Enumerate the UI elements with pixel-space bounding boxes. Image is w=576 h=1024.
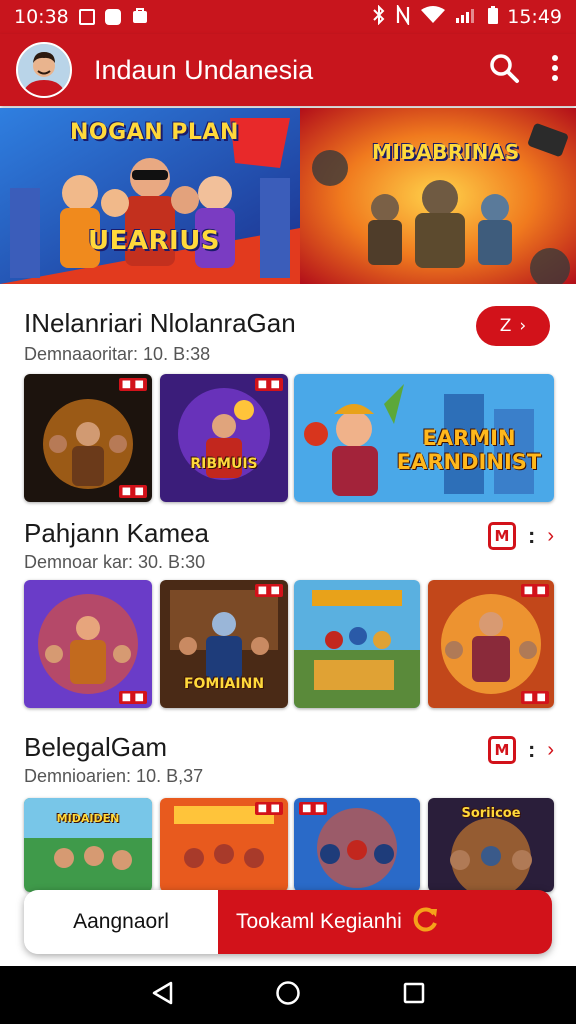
featured-banner[interactable]: NOGAN PLAN UEARIUS MIBABRINAS (0, 108, 576, 284)
more-options-icon[interactable]: : (528, 523, 535, 549)
game-tile[interactable]: ■ ■ (160, 798, 288, 892)
banner-right-title: MIBABRINAS (372, 140, 520, 164)
tile-title: FOMIAINN (183, 676, 265, 692)
tile-tag: ■ ■ (520, 691, 549, 704)
avatar[interactable] (16, 42, 72, 98)
more-vert-icon[interactable] (550, 54, 560, 87)
app-actions (488, 52, 560, 89)
section-subtitle: Demnioarien: 10. B,37 (24, 766, 204, 786)
chevron-right-icon: › (519, 316, 527, 336)
chevron-right-icon[interactable]: › (547, 739, 554, 762)
status-left: 10:38 (14, 6, 149, 29)
tile-title: RIBMUIS (190, 456, 258, 472)
tile-tag: ■ ■ (254, 802, 283, 815)
no-sim-icon (395, 2, 411, 30)
banner-right-art[interactable]: MIBABRINAS (300, 108, 576, 284)
game-tile[interactable]: RIBMUIS ■ ■ (160, 374, 288, 502)
section-2: Pahjann Kamea Demnoar kar: 30. B:30 M : … (0, 512, 576, 716)
system-nav-bar (0, 966, 576, 1024)
tile-tag: ■ ■ (520, 584, 549, 597)
signal-icon (455, 6, 479, 29)
bottom-action-bar: Aangnaorl Tookaml Kegianhi (24, 890, 552, 954)
section-1: INelanriari NlolanraGan Demnaaoritar: 10… (0, 300, 576, 510)
banner-left-art[interactable]: NOGAN PLAN UEARIUS (0, 108, 300, 284)
status-time-left: 10:38 (14, 6, 69, 28)
section-actions: M : › (488, 522, 554, 550)
game-tile[interactable]: ■ ■ (24, 580, 152, 708)
tile-title: EARMIN EARNDINIST (396, 426, 542, 474)
section-subtitle: Demnoar kar: 30. B:30 (24, 552, 206, 572)
bookmark-badge-icon[interactable]: M (488, 736, 516, 764)
tile-tag: ■ ■ (254, 584, 283, 597)
back-icon[interactable] (151, 981, 173, 1010)
section-actions: M : › (488, 736, 554, 764)
secondary-action-button[interactable]: Aangnaorl (24, 890, 218, 954)
game-tile[interactable]: ■ ■ ■ ■ (24, 374, 152, 502)
notification-square-icon (78, 9, 95, 25)
tile-tag: ■ ■ (254, 378, 283, 391)
status-bar: 10:38 15:49 (0, 0, 576, 34)
bluetooth-icon (372, 4, 386, 30)
section-title: BelegalGam (24, 732, 168, 762)
recents-icon[interactable] (403, 982, 425, 1009)
app-bar: Indaun Undanesia (0, 34, 576, 106)
section-title: INelanriari NlolanraGan (24, 308, 296, 338)
tile-tag: ■ ■ (118, 378, 147, 391)
tile-title: MIDAIDEN (56, 812, 120, 825)
home-icon[interactable] (275, 980, 301, 1011)
tile-tag: ■ ■ (299, 802, 328, 815)
tile-tag: ■ ■ (118, 691, 147, 704)
chevron-right-icon[interactable]: › (547, 525, 554, 548)
refresh-icon (412, 905, 440, 939)
section-subtitle: Demnaaoritar: 10. B:38 (24, 344, 211, 364)
app-title: Indaun Undanesia (94, 54, 314, 85)
wifi-icon (420, 5, 446, 29)
see-more-label: Z (499, 316, 512, 336)
more-options-icon[interactable]: : (528, 737, 535, 763)
battery-icon (488, 5, 499, 29)
game-tile[interactable]: EARMIN EARNDINIST (294, 374, 554, 502)
banner-left-subtitle: UEARIUS (88, 226, 221, 256)
primary-action-button[interactable]: Tookaml Kegianhi (218, 890, 552, 954)
game-tile[interactable]: ■ ■ (294, 798, 420, 892)
game-tile[interactable]: MIDAIDEN (24, 798, 152, 892)
section-title: Pahjann Kamea (24, 518, 210, 548)
notification-app-icon (104, 9, 121, 25)
game-tile[interactable] (294, 580, 420, 708)
tile-tag: ■ ■ (118, 485, 147, 498)
status-right: 15:49 (372, 2, 562, 30)
section-3: BelegalGam Demnioarien: 10. B,37 M : › M… (0, 726, 576, 896)
bookmark-badge-icon[interactable]: M (488, 522, 516, 550)
tile-title: Soriicoe (461, 806, 521, 821)
notification-bag-icon (131, 6, 149, 29)
status-time-right: 15:49 (507, 6, 562, 28)
primary-action-label: Tookaml Kegianhi (236, 910, 402, 933)
banner-left-title: NOGAN PLAN (70, 120, 239, 145)
see-more-button[interactable]: Z › (476, 306, 550, 346)
game-tile[interactable]: FOMIAINN ■ ■ (160, 580, 288, 708)
search-icon[interactable] (488, 52, 520, 89)
game-tile[interactable]: ■ ■ ■ ■ (428, 580, 554, 708)
game-tile[interactable]: Soriicoe (428, 798, 554, 892)
